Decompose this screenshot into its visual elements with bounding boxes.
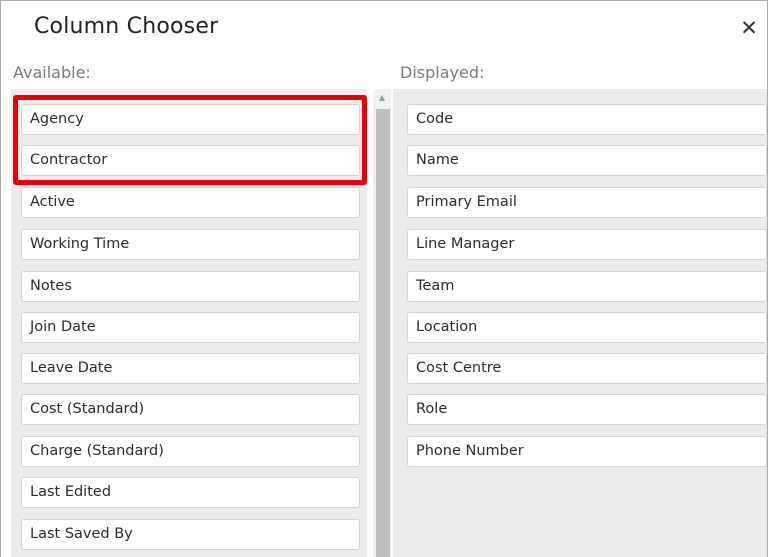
- displayed-item-line-manager[interactable]: Line Manager: [407, 229, 767, 260]
- displayed-item-location[interactable]: Location: [407, 312, 767, 343]
- available-item-working-time[interactable]: Working Time: [21, 229, 360, 260]
- scroll-up-arrow-icon[interactable]: ▲: [373, 89, 391, 107]
- close-icon[interactable]: ✕: [739, 17, 759, 39]
- column-chooser-dialog: Column Chooser ✕ Available: Displayed: ▲…: [0, 0, 768, 557]
- displayed-item-code[interactable]: Code: [407, 104, 767, 135]
- available-item-notes[interactable]: Notes: [21, 271, 360, 302]
- available-item-cost-standard[interactable]: Cost (Standard): [21, 394, 360, 425]
- scrollbar-thumb[interactable]: [376, 109, 390, 557]
- dialog-title: Column Chooser: [34, 14, 219, 39]
- displayed-item-phone-number[interactable]: Phone Number: [407, 436, 767, 467]
- available-label: Available:: [13, 63, 91, 82]
- dialog-title-bar[interactable]: Column Chooser ✕: [1, 1, 767, 57]
- available-item-contractor[interactable]: Contractor: [21, 145, 360, 176]
- available-list-scrollbar[interactable]: ▲: [373, 89, 391, 557]
- available-item-agency[interactable]: Agency: [21, 104, 360, 135]
- available-item-leave-date[interactable]: Leave Date: [21, 353, 360, 384]
- displayed-label: Displayed:: [400, 63, 485, 82]
- available-item-join-date[interactable]: Join Date: [21, 312, 360, 343]
- displayed-item-name[interactable]: Name: [407, 145, 767, 176]
- available-item-active[interactable]: Active: [21, 187, 360, 218]
- available-item-charge-standard[interactable]: Charge (Standard): [21, 436, 360, 467]
- available-item-last-edited[interactable]: Last Edited: [21, 477, 360, 508]
- displayed-item-primary-email[interactable]: Primary Email: [407, 187, 767, 218]
- available-item-last-saved-by[interactable]: Last Saved By: [21, 519, 360, 550]
- displayed-item-role[interactable]: Role: [407, 394, 767, 425]
- displayed-item-cost-centre[interactable]: Cost Centre: [407, 353, 767, 384]
- displayed-item-team[interactable]: Team: [407, 271, 767, 302]
